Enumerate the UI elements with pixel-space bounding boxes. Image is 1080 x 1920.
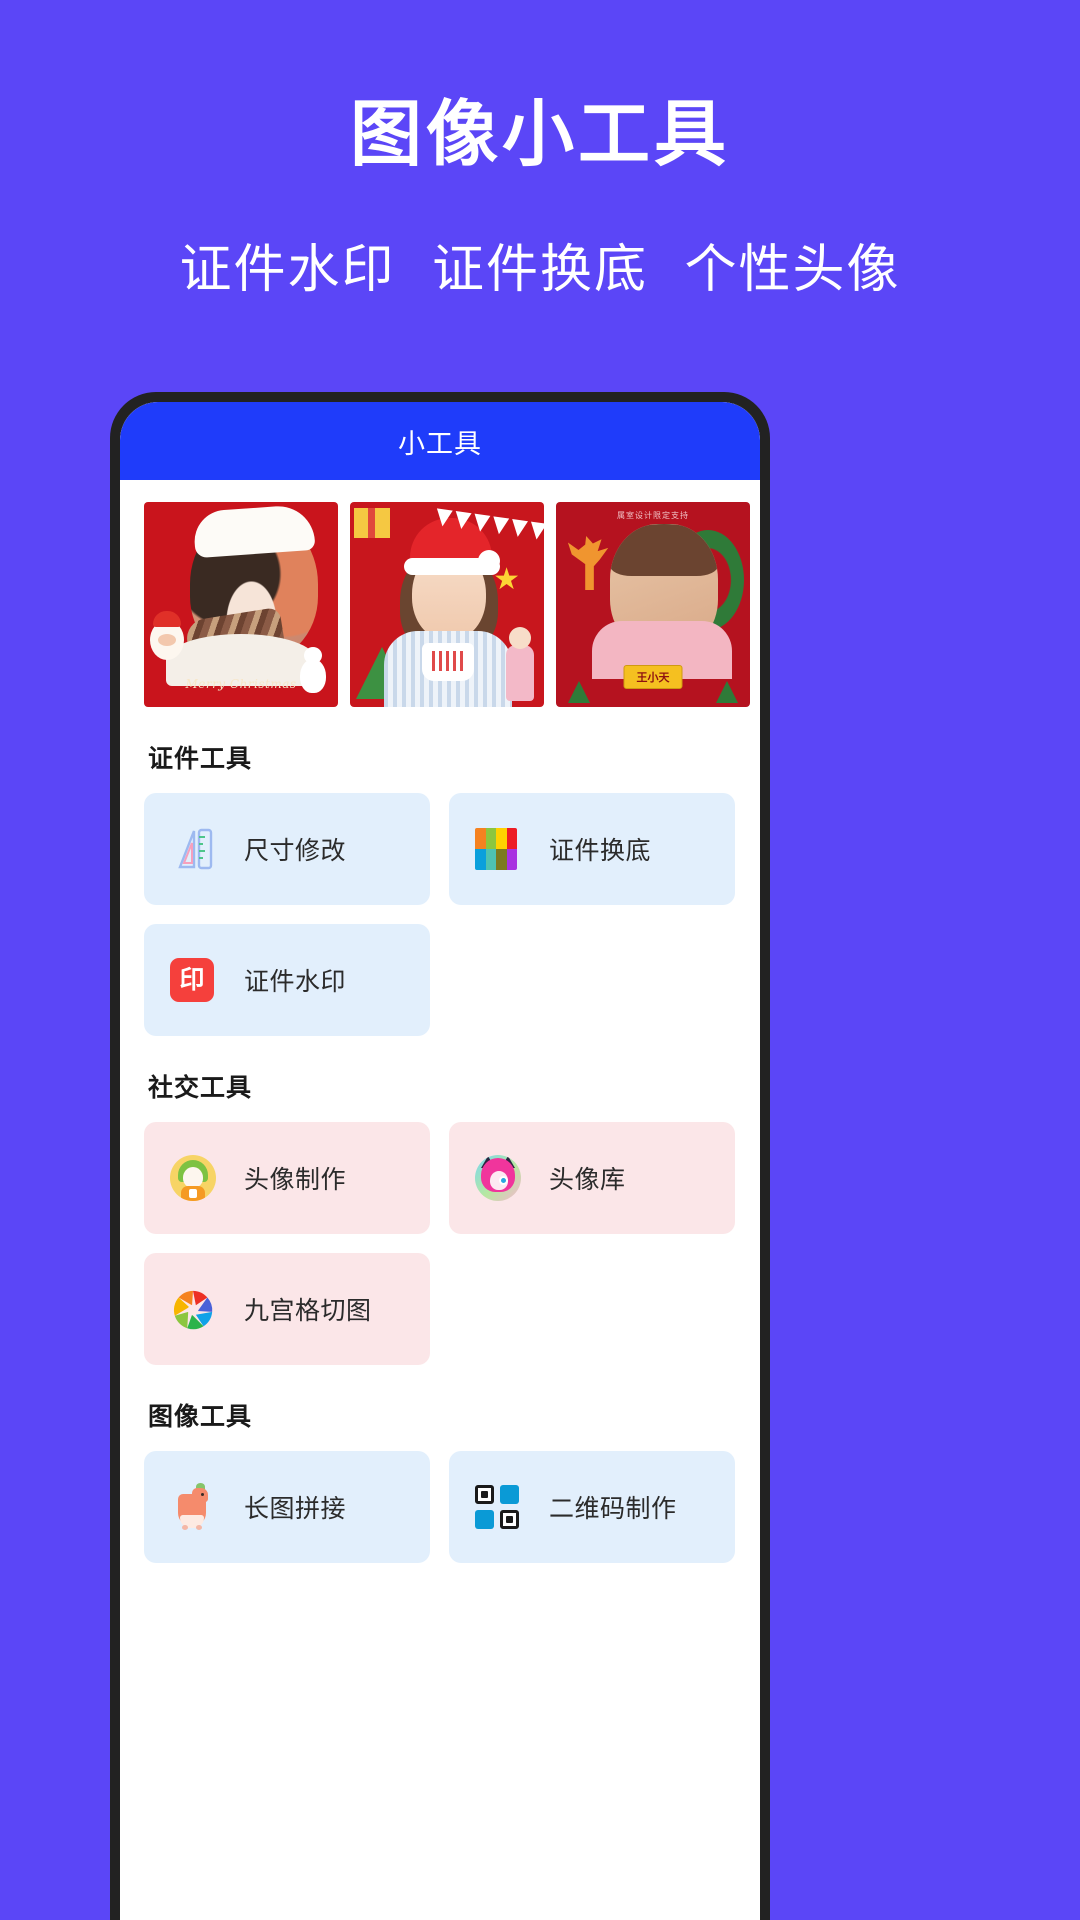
section-social-tools: 社交工具 头像制作 头像库 九宫格切图 (120, 1068, 760, 1365)
section-image-tools: 图像工具 长图拼接 二维码制作 (120, 1397, 760, 1563)
avatar-girl-icon (170, 1154, 218, 1202)
santa-hat-shape (192, 503, 316, 559)
phone-mockup: 小工具 Merry Christmas ★ 属室设计限定支持 王小天 证件工具 … (110, 392, 770, 1920)
stamp-icon: 印 (170, 956, 218, 1004)
banner-carousel[interactable]: Merry Christmas ★ 属室设计限定支持 王小天 (120, 480, 760, 707)
app-content: Merry Christmas ★ 属室设计限定支持 王小天 证件工具 尺寸修改… (120, 480, 760, 1563)
doll-icon (506, 627, 534, 701)
page-title: 图像小工具 (349, 95, 730, 175)
mug-icon (422, 643, 474, 681)
banner-item[interactable]: Merry Christmas (144, 502, 338, 707)
promo-subtitle-part-2: 证件换底 (431, 241, 648, 300)
color-grid-icon (475, 825, 523, 873)
section-title: 社交工具 (148, 1074, 253, 1102)
antler-icon (567, 536, 609, 590)
banner-item[interactable]: 属室设计限定支持 王小天 (556, 502, 750, 707)
banner-caption: Merry Christmas (185, 677, 297, 691)
hat-pompom (478, 550, 500, 572)
banner-item[interactable]: ★ (350, 502, 544, 707)
tool-label: 证件水印 (244, 968, 347, 996)
section-title: 证件工具 (148, 745, 253, 773)
tool-tile-id-watermark[interactable]: 印 证件水印 (144, 924, 430, 1036)
app-bar-title: 小工具 (398, 428, 482, 459)
tool-tile-grid-cut[interactable]: 九宫格切图 (144, 1253, 430, 1365)
section-title: 图像工具 (148, 1403, 253, 1431)
banner-top-text: 属室设计限定支持 (617, 511, 689, 520)
promo-header: 图像小工具 证件水印 证件换底 个性头像 (0, 0, 1080, 302)
tool-label: 头像制作 (244, 1166, 347, 1194)
tool-label: 九宫格切图 (244, 1297, 372, 1325)
promo-subtitle-part-3: 个性头像 (684, 241, 901, 300)
shutter-icon (170, 1287, 218, 1333)
phone-screen: 小工具 Merry Christmas ★ 属室设计限定支持 王小天 证件工具 … (120, 402, 760, 1920)
tool-tile-qr-maker[interactable]: 二维码制作 (449, 1451, 735, 1563)
tool-label: 尺寸修改 (244, 837, 347, 865)
tool-label: 证件换底 (549, 837, 652, 865)
tool-grid: 头像制作 头像库 九宫格切图 (144, 1122, 736, 1365)
banner-hair (610, 524, 718, 576)
santa-icon (150, 611, 184, 660)
christmas-tree-icon (568, 681, 590, 703)
tool-tile-avatar-library[interactable]: 头像库 (449, 1122, 735, 1234)
cat-girl-avatar-icon (475, 1154, 523, 1202)
tool-tile-long-image-stitch[interactable]: 长图拼接 (144, 1451, 430, 1563)
tool-tile-size-modify[interactable]: 尺寸修改 (144, 793, 430, 905)
tool-tile-avatar-maker[interactable]: 头像制作 (144, 1122, 430, 1234)
stamp-glyph: 印 (170, 958, 214, 1002)
tool-tile-id-background[interactable]: 证件换底 (449, 793, 735, 905)
app-bar: 小工具 (120, 402, 760, 480)
tool-label: 二维码制作 (549, 1495, 677, 1523)
orange-animal-icon (170, 1483, 218, 1531)
qr-code-icon (475, 1483, 523, 1531)
section-id-tools: 证件工具 尺寸修改 证件换底 印 证件水印 (120, 739, 760, 1036)
tool-grid: 长图拼接 二维码制作 (144, 1451, 736, 1563)
christmas-tree-icon (716, 681, 738, 703)
name-badge: 王小天 (623, 665, 683, 689)
promo-subtitle: 证件水印 证件换底 个性头像 (0, 227, 1080, 302)
tool-label: 长图拼接 (244, 1495, 347, 1523)
ruler-triangle-icon (170, 825, 218, 873)
promo-subtitle-part-1: 证件水印 (179, 241, 396, 300)
tool-grid: 尺寸修改 证件换底 印 证件水印 (144, 793, 736, 1036)
tool-label: 头像库 (549, 1166, 626, 1194)
